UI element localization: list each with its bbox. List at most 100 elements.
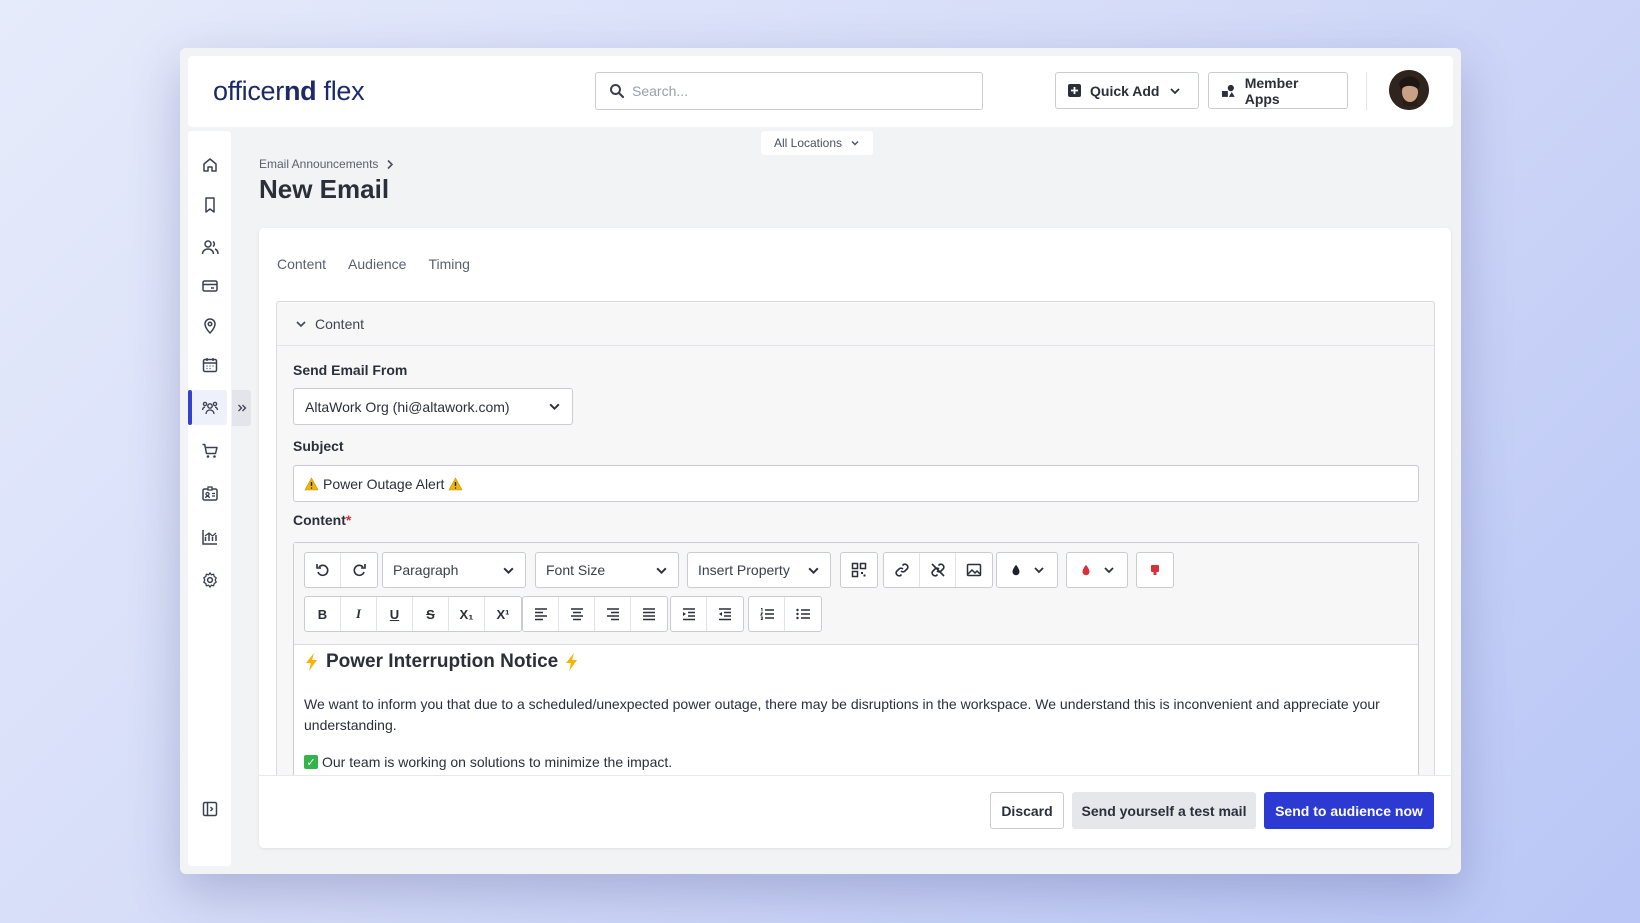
bullet-list-button[interactable] xyxy=(785,597,821,631)
content-section-header[interactable]: Content xyxy=(277,302,1434,346)
plus-square-icon xyxy=(1068,84,1081,97)
editor-content[interactable]: Power Interruption Notice We want to inf… xyxy=(304,651,1404,770)
search-icon xyxy=(610,84,625,99)
chevron-down-icon xyxy=(851,141,859,146)
insert-link-button[interactable] xyxy=(884,553,920,587)
sidebar-item-bookings[interactable] xyxy=(192,187,227,222)
sidebar-expand-handle[interactable] xyxy=(232,390,251,426)
search-input[interactable] xyxy=(632,73,972,109)
indent-button[interactable] xyxy=(671,597,707,631)
align-left-button[interactable] xyxy=(523,597,559,631)
sidebar-item-calendar[interactable] xyxy=(192,347,227,382)
undo-button[interactable] xyxy=(305,553,341,587)
align-center-button[interactable] xyxy=(559,597,595,631)
quick-add-button[interactable]: Quick Add xyxy=(1055,72,1199,109)
sidebar-item-community[interactable] xyxy=(188,390,227,425)
avatar-image xyxy=(1389,70,1429,110)
cart-icon xyxy=(202,443,218,458)
highlight-color-button[interactable] xyxy=(1067,553,1127,587)
content-label-text: Content xyxy=(293,512,346,528)
sidebar-collapse-button[interactable] xyxy=(192,791,227,826)
analytics-icon xyxy=(201,529,217,545)
align-left-icon xyxy=(534,608,547,621)
align-justify-button[interactable] xyxy=(631,597,667,631)
insert-property-select[interactable]: Insert Property xyxy=(687,552,831,588)
content-section: Content Send Email From AltaWork Org (hi… xyxy=(276,301,1435,848)
align-group xyxy=(522,596,668,632)
sidebar-item-settings[interactable] xyxy=(192,562,227,597)
ordered-list-button[interactable] xyxy=(749,597,785,631)
quick-add-label: Quick Add xyxy=(1090,82,1160,99)
apps-shapes-icon xyxy=(1221,84,1235,97)
sidebar-item-locations[interactable] xyxy=(192,308,227,343)
top-bar: officernd flex Quick Add Member Apps xyxy=(188,56,1453,127)
font-size-select[interactable]: Font Size xyxy=(535,552,679,588)
underline-button[interactable]: U xyxy=(377,597,413,631)
send-to-audience-button[interactable]: Send to audience now xyxy=(1264,792,1434,829)
superscript-button[interactable]: X¹ xyxy=(485,597,521,631)
chevron-down-icon xyxy=(503,567,514,574)
tab-timing[interactable]: Timing xyxy=(428,256,470,272)
subject-value: Power Outage Alert xyxy=(323,475,445,492)
users-icon xyxy=(201,239,219,254)
search-box[interactable] xyxy=(595,72,983,110)
breadcrumb-link-email-announcements[interactable]: Email Announcements xyxy=(259,157,378,171)
qr-code-icon xyxy=(851,562,867,578)
sidebar-item-store[interactable] xyxy=(192,433,227,468)
outdent-icon xyxy=(719,608,731,621)
send-test-mail-button[interactable]: Send yourself a test mail xyxy=(1072,792,1256,829)
text-color-group[interactable] xyxy=(996,552,1058,588)
required-marker: * xyxy=(345,512,352,528)
avatar[interactable] xyxy=(1389,70,1429,110)
chevron-down-icon xyxy=(808,567,819,574)
editor-toolbar: Paragraph Font Size Insert Property B I … xyxy=(294,543,1418,645)
logo[interactable]: officernd flex xyxy=(213,76,365,107)
highlight-color-group[interactable] xyxy=(1066,552,1128,588)
member-apps-button[interactable]: Member Apps xyxy=(1208,72,1348,109)
text-color-button[interactable] xyxy=(997,553,1057,587)
sidebar-item-member-id[interactable] xyxy=(192,476,227,511)
tabs: Content Audience Timing xyxy=(277,256,470,272)
breadcrumb: Email Announcements xyxy=(259,157,394,171)
text-format-group: B I U S X₁ X¹ xyxy=(304,596,522,632)
indent-group xyxy=(670,596,744,632)
logo-text-light: officer xyxy=(213,76,284,106)
sidebar-item-analytics[interactable] xyxy=(192,519,227,554)
paragraph-style-select[interactable]: Paragraph xyxy=(382,552,526,588)
bold-button[interactable]: B xyxy=(305,597,341,631)
tab-content[interactable]: Content xyxy=(277,256,326,272)
subject-input[interactable]: Power Outage Alert xyxy=(293,465,1419,502)
member-apps-label: Member Apps xyxy=(1244,74,1299,107)
sidebar xyxy=(188,131,231,866)
page-title: New Email xyxy=(259,174,390,204)
clear-format-button[interactable] xyxy=(1137,553,1173,587)
location-filter[interactable]: All Locations xyxy=(761,131,873,155)
sidebar-item-billing[interactable] xyxy=(192,268,227,303)
redo-icon xyxy=(353,564,366,577)
discard-button[interactable]: Discard xyxy=(990,792,1064,829)
outdent-button[interactable] xyxy=(707,597,743,631)
tab-audience[interactable]: Audience xyxy=(348,256,406,272)
sidebar-toggle-icon xyxy=(202,801,217,816)
community-icon xyxy=(201,401,218,414)
italic-button[interactable]: I xyxy=(341,597,377,631)
sidebar-item-home[interactable] xyxy=(192,147,227,182)
align-right-button[interactable] xyxy=(595,597,631,631)
insert-image-button[interactable] xyxy=(956,553,992,587)
send-from-label: Send Email From xyxy=(293,362,408,378)
unlink-icon xyxy=(930,563,945,577)
sidebar-item-members[interactable] xyxy=(192,229,227,264)
chevron-down-icon xyxy=(549,403,560,411)
redo-button[interactable] xyxy=(341,553,377,587)
strikethrough-button[interactable]: S xyxy=(413,597,449,631)
indent-icon xyxy=(682,608,695,621)
undo-icon xyxy=(315,564,328,577)
send-from-select[interactable]: AltaWork Org (hi@altawork.com) xyxy=(293,388,573,425)
insert-special-button[interactable] xyxy=(841,553,877,587)
ink-drop-icon xyxy=(1012,564,1020,576)
billing-card-icon xyxy=(201,279,218,292)
chevron-right-icon xyxy=(387,159,394,169)
subscript-button[interactable]: X₁ xyxy=(449,597,485,631)
subject-label: Subject xyxy=(293,438,344,454)
remove-link-button[interactable] xyxy=(920,553,956,587)
